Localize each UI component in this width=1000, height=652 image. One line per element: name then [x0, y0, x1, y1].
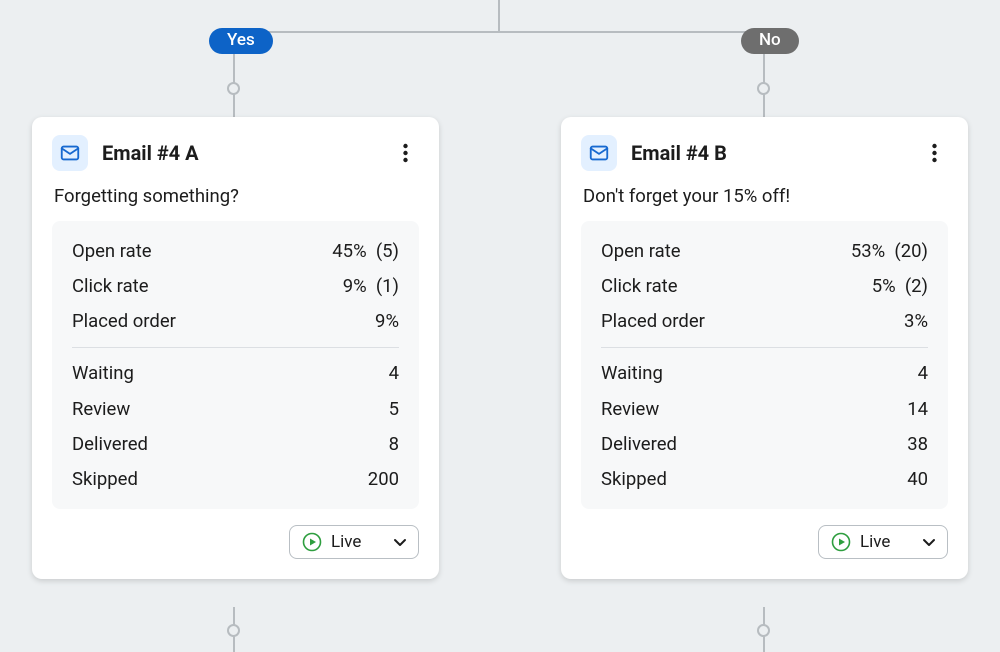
- metric-open-rate: Open rate 53% (20): [601, 234, 928, 269]
- status-dropdown[interactable]: Live: [818, 525, 948, 559]
- metric-delivered: Delivered 8: [72, 427, 399, 462]
- play-circle-icon: [302, 532, 322, 552]
- metric-delivered: Delivered 38: [601, 427, 928, 462]
- metric-label: Waiting: [72, 362, 134, 385]
- metric-value: 5%: [872, 275, 896, 297]
- email-subject: Don't forget your 15% off!: [583, 185, 948, 207]
- chevron-down-icon: [392, 534, 408, 550]
- metric-value: 4: [918, 362, 928, 385]
- metric-skipped: Skipped 40: [601, 462, 928, 497]
- metric-count: (2): [905, 275, 928, 298]
- metric-label: Review: [601, 398, 659, 421]
- more-menu-button[interactable]: [391, 139, 419, 167]
- branch-yes-label: Yes: [209, 28, 273, 54]
- metric-value: 5: [389, 398, 399, 421]
- metric-label: Click rate: [72, 275, 149, 298]
- metric-skipped: Skipped 200: [72, 462, 399, 497]
- card-title: Email #4 A: [102, 141, 377, 165]
- metric-review: Review 5: [72, 392, 399, 427]
- connector-dot: [227, 82, 240, 95]
- divider: [601, 347, 928, 348]
- branch-no-label: No: [741, 28, 799, 54]
- metric-label: Waiting: [601, 362, 663, 385]
- dots-vertical-icon: [403, 143, 408, 163]
- connector-dot: [757, 624, 770, 637]
- chevron-down-icon: [921, 534, 937, 550]
- metric-value: 4: [389, 362, 399, 385]
- card-title: Email #4 B: [631, 141, 906, 165]
- metric-waiting: Waiting 4: [72, 356, 399, 391]
- email-card-a[interactable]: Email #4 A Forgetting something? Open ra…: [32, 117, 439, 579]
- metric-value: 9%: [375, 310, 399, 333]
- metric-label: Delivered: [72, 433, 148, 456]
- metric-count: (1): [376, 275, 399, 298]
- email-icon: [581, 135, 617, 171]
- metric-count: (20): [894, 240, 928, 263]
- email-card-b[interactable]: Email #4 B Don't forget your 15% off! Op…: [561, 117, 968, 579]
- metric-count: (5): [376, 240, 399, 263]
- metric-value: 53%: [851, 240, 885, 262]
- metric-label: Open rate: [72, 240, 152, 263]
- metric-placed-order: Placed order 3%: [601, 304, 928, 339]
- more-menu-button[interactable]: [920, 139, 948, 167]
- metric-value: 14: [907, 398, 928, 421]
- metric-value: 9%: [343, 275, 367, 297]
- connector-dot: [227, 624, 240, 637]
- status-label: Live: [331, 532, 383, 552]
- metric-click-rate: Click rate 9% (1): [72, 269, 399, 304]
- metric-label: Placed order: [601, 310, 705, 333]
- metric-open-rate: Open rate 45% (5): [72, 234, 399, 269]
- divider: [72, 347, 399, 348]
- connector-dot: [757, 82, 770, 95]
- status-label: Live: [860, 532, 912, 552]
- email-subject: Forgetting something?: [54, 185, 419, 207]
- metric-review: Review 14: [601, 392, 928, 427]
- metric-label: Review: [72, 398, 130, 421]
- metric-label: Placed order: [72, 310, 176, 333]
- email-icon: [52, 135, 88, 171]
- metric-value: 45%: [332, 240, 366, 262]
- metrics-panel: Open rate 53% (20) Click rate 5% (2) Pla…: [581, 221, 948, 509]
- metric-value: 38: [907, 433, 928, 456]
- status-dropdown[interactable]: Live: [289, 525, 419, 559]
- metric-label: Skipped: [601, 468, 667, 491]
- metric-label: Skipped: [72, 468, 138, 491]
- dots-vertical-icon: [932, 143, 937, 163]
- metric-label: Click rate: [601, 275, 678, 298]
- metric-click-rate: Click rate 5% (2): [601, 269, 928, 304]
- metric-value: 200: [368, 468, 399, 491]
- metric-placed-order: Placed order 9%: [72, 304, 399, 339]
- play-circle-icon: [831, 532, 851, 552]
- metrics-panel: Open rate 45% (5) Click rate 9% (1) Plac…: [52, 221, 419, 509]
- metric-waiting: Waiting 4: [601, 356, 928, 391]
- metric-value: 8: [389, 433, 399, 456]
- metric-value: 40: [907, 468, 928, 491]
- metric-label: Open rate: [601, 240, 681, 263]
- metric-label: Delivered: [601, 433, 677, 456]
- metric-value: 3%: [904, 310, 928, 333]
